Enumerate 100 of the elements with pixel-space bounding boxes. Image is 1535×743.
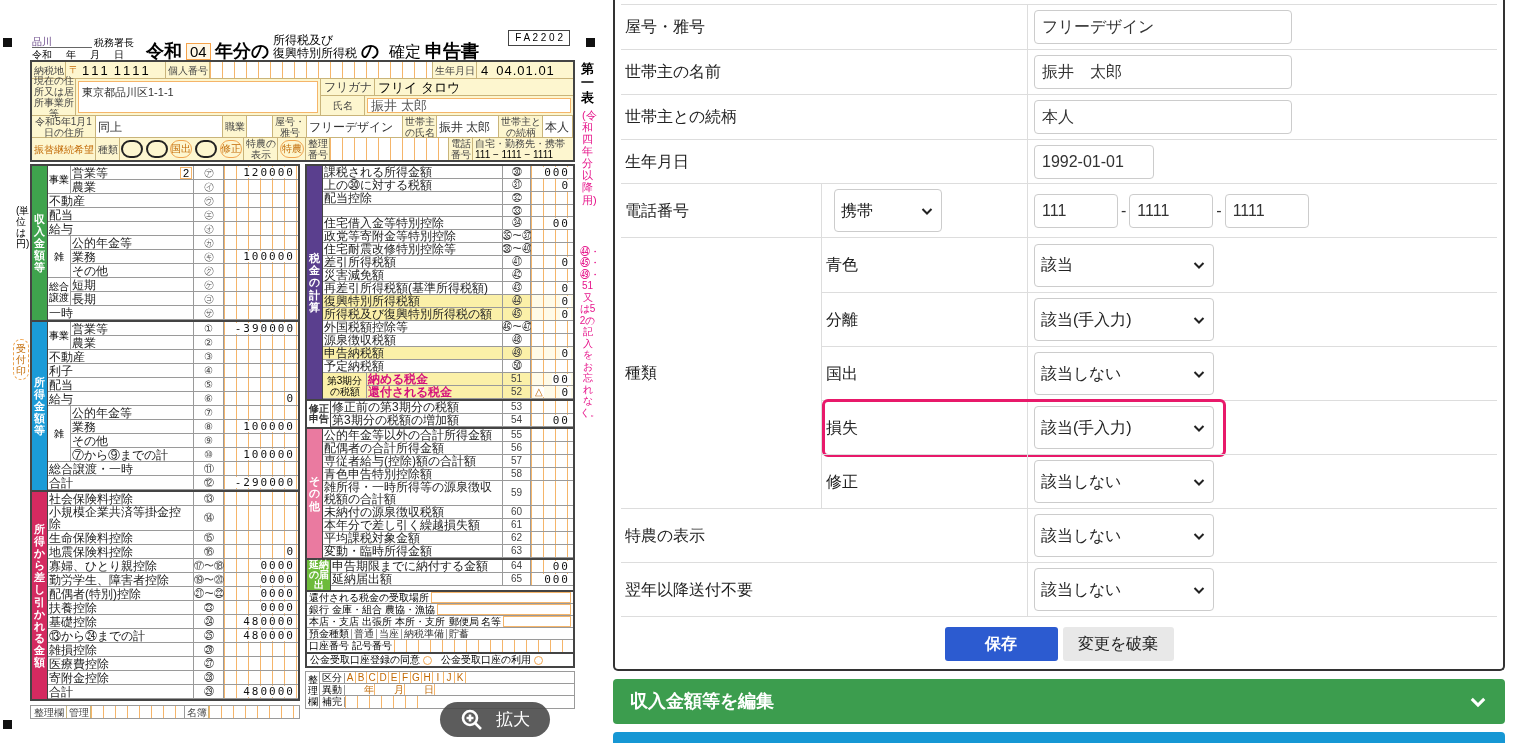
date-input[interactable]: 1992-01-01 — [1034, 144, 1154, 179]
form-label: 個人番号 — [167, 64, 208, 76]
dropdown[interactable]: 該当しない — [1034, 352, 1214, 395]
form-label: 自宅・勤務先・携帯 — [475, 138, 566, 149]
line-number: ㉘ — [203, 672, 214, 683]
form-label: 延納届出額 — [332, 573, 392, 585]
dropdown[interactable]: 該当 — [1034, 243, 1214, 287]
dropdown[interactable]: 携帯 — [834, 189, 942, 232]
line-number: ㉚ — [511, 167, 522, 177]
form-label: 納税準備 — [401, 628, 446, 639]
amount-field: 0000 — [224, 587, 298, 600]
field-label: 種類 — [625, 363, 657, 383]
form-label: 公金受取口座登録の同意 — [309, 655, 421, 665]
form-label: 配当控除 — [324, 192, 372, 204]
field-label: 電話番号 — [625, 200, 689, 221]
form-label: 配偶者の合計所得金額 — [324, 442, 444, 454]
dropdown[interactable]: 該当しない — [1034, 568, 1214, 611]
line-number: ㋒ — [203, 195, 214, 206]
category-box: 2 — [180, 166, 192, 179]
form-label: 整理欄 — [33, 706, 64, 718]
line-number: ㋕ — [203, 237, 214, 248]
line-number: ⑲〜⑳ — [193, 574, 224, 585]
form-label: 振替継続希望 — [33, 143, 94, 155]
phone-input[interactable]: 111 — [1034, 193, 1118, 228]
line-number: ④ — [204, 365, 213, 376]
line-number: ㉞ — [511, 218, 522, 228]
amount-field: 0 — [224, 392, 298, 405]
phone-input[interactable]: 1111 — [1224, 193, 1309, 228]
zoom-button[interactable]: 拡大 — [440, 702, 550, 737]
dropdown[interactable]: 該当しない — [1034, 460, 1214, 503]
form-label: 小規模企業共済等掛金控除 — [49, 506, 182, 530]
address-field: 同上 — [96, 116, 223, 137]
text-input[interactable]: 本人 — [1034, 100, 1292, 134]
amount-field: 0000 — [224, 559, 298, 572]
postal-code: 1111 — [113, 63, 152, 77]
text-input[interactable]: フリーデザイン — [1034, 10, 1292, 44]
phone-input[interactable]: 1111 — [1129, 193, 1214, 228]
line-number: ⑤ — [204, 379, 213, 390]
dropdown[interactable]: 該当しない — [1034, 514, 1214, 557]
line-number: ㉟〜㊲ — [501, 231, 532, 241]
form-label: 配当 — [49, 378, 73, 391]
dropdown[interactable]: 該当(手入力) — [1034, 406, 1214, 449]
text-input[interactable]: 振井 太郎 — [1034, 55, 1292, 89]
form-label: 雑 — [53, 251, 65, 262]
form-label: 課税される所得金額 — [324, 166, 432, 178]
line-number: ⑬ — [203, 493, 214, 504]
form-label: 第3期分の税額 — [325, 374, 364, 397]
section-title: 収入金額等 — [34, 212, 45, 274]
form-label: 勤労学生、障害者控除 — [49, 573, 169, 586]
line-number: ㊸ — [511, 283, 522, 293]
line-number: ⑰〜⑱ — [193, 560, 224, 571]
section-title: 所得から差し引かれる金額 — [34, 522, 45, 669]
dash-separator: - — [1121, 200, 1127, 221]
line-number: 63 — [510, 546, 523, 556]
form-label: 月 — [394, 685, 404, 695]
form-label: 事業 — [48, 174, 70, 185]
form-label: 寄附金控除 — [49, 671, 109, 684]
phone-field: 111 − 1111 − 1111 — [475, 149, 571, 160]
form-label: 公的年金等以外の合計所得金額 — [324, 429, 492, 441]
line-number: 53 — [510, 402, 523, 412]
letter-box: E — [389, 672, 400, 683]
postal-code: 111 — [82, 63, 111, 77]
form-label: 給与 — [49, 222, 73, 235]
form-label: 公的年金等 — [72, 406, 132, 419]
tax-office-field: 品川 — [32, 37, 92, 48]
dropdown[interactable]: 該当(手入力) — [1034, 298, 1214, 341]
form-label: 修正前の第3期分の税額 — [332, 401, 459, 413]
form-title: 年分の — [214, 42, 269, 60]
save-button[interactable]: 保存 — [944, 627, 1058, 661]
form-label: 税務署長 — [94, 38, 134, 48]
line-number: ㊿ — [511, 361, 522, 371]
form-label: 郵便局 名等 — [447, 616, 503, 627]
form-label: 異動 — [320, 684, 345, 695]
form-label: 普通 — [351, 628, 376, 639]
field-label: 修正 — [826, 471, 858, 492]
form-label: 生命保険料控除 — [49, 531, 133, 544]
form-label: その他 — [72, 434, 108, 447]
section-title: 所得金額等 — [34, 375, 45, 437]
form-label: 営業等 — [72, 322, 108, 335]
line-number: ㋚ — [203, 307, 214, 318]
amount-field: 480000 — [224, 685, 298, 698]
amount-field: 0000 — [224, 573, 298, 586]
reminder-note: ㊹・㊺・㊾・51又は52の記入をお忘れなく。 — [579, 245, 596, 419]
form-label: 災害減免額 — [324, 269, 384, 281]
form-label: 補完 — [320, 697, 345, 707]
amount-field: 0 — [224, 545, 298, 558]
discard-button[interactable]: 変更を破棄 — [1062, 627, 1174, 661]
furigana-field: フリイ タロウ — [378, 80, 460, 94]
form-label: 雑 — [53, 428, 65, 439]
form-label: 生年月日 — [434, 64, 475, 76]
form-label: 納税地 — [33, 64, 64, 76]
line-number: ㊷ — [511, 270, 522, 280]
form-label: 変動・臨時所得金額 — [324, 545, 432, 557]
sheet-label: 第一表 — [581, 62, 594, 105]
form-title: の — [360, 42, 379, 60]
line-number: ㉑〜㉒ — [193, 588, 224, 599]
amount-field: △ 0 — [531, 386, 573, 398]
form-label: 年 — [66, 50, 76, 60]
form-label: 平均課税対象金額 — [324, 532, 420, 544]
form-label: 特農の表示 — [245, 138, 276, 160]
